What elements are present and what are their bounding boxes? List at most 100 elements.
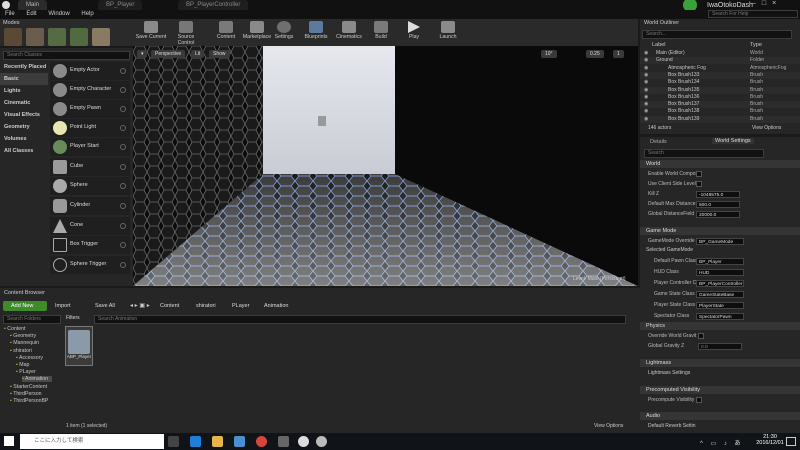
folder-tree-item[interactable]: ▪ PLayer bbox=[16, 369, 40, 375]
category-lights[interactable]: Lights bbox=[0, 85, 48, 97]
folder-tree-item[interactable]: ▪ Mannequin bbox=[10, 340, 43, 346]
app-icon[interactable] bbox=[278, 436, 289, 447]
override-gravity-checkbox[interactable] bbox=[698, 333, 704, 339]
windows-start-icon[interactable] bbox=[4, 436, 14, 446]
category-all-classes[interactable]: All Classes bbox=[0, 145, 48, 157]
place-item[interactable]: Empty Pawn bbox=[50, 100, 130, 118]
class-select[interactable]: SpectatorPawn bbox=[696, 313, 744, 320]
class-select[interactable]: GameStateBase bbox=[696, 291, 744, 298]
launch-button[interactable]: Launch bbox=[432, 20, 464, 45]
task-view-icon[interactable] bbox=[168, 436, 179, 447]
section-audio[interactable]: Audio bbox=[640, 412, 800, 420]
camera-speed-button[interactable]: 1 bbox=[613, 50, 624, 58]
world-settings-tab[interactable]: World Settings bbox=[712, 138, 754, 144]
class-select[interactable]: HUD bbox=[696, 269, 744, 276]
save-all-button[interactable]: Save All bbox=[95, 303, 115, 309]
property-value-field[interactable]: -1048575.0 bbox=[696, 191, 740, 198]
breadcrumb-content[interactable]: Content bbox=[160, 303, 179, 309]
info-icon[interactable] bbox=[120, 203, 126, 209]
outliner-row[interactable]: ◉ Box Brush138 Brush bbox=[640, 108, 800, 115]
category-geometry[interactable]: Geometry bbox=[0, 121, 48, 133]
content-button[interactable]: Content bbox=[210, 20, 242, 45]
eye-icon[interactable]: ◉ bbox=[644, 65, 648, 72]
gamemode-override-select[interactable]: BP_GameMode bbox=[696, 238, 744, 245]
section-physics[interactable]: Physics bbox=[640, 322, 800, 330]
property-checkbox[interactable] bbox=[696, 181, 702, 187]
folder-tree-item[interactable]: ▪ ThirdPersonBP bbox=[10, 398, 52, 404]
play-button[interactable]: Play bbox=[398, 20, 430, 45]
info-icon[interactable] bbox=[120, 106, 126, 112]
foliage-mode-icon[interactable] bbox=[70, 28, 88, 46]
tray-icons[interactable]: ^ ▭ ♪ あ bbox=[700, 438, 744, 447]
place-item[interactable]: Point Light bbox=[50, 119, 130, 137]
tab-bp-player-controller[interactable]: BP_PlayerController bbox=[178, 0, 249, 10]
menu-window[interactable]: Window bbox=[48, 10, 69, 19]
perspective-button[interactable]: Perspective bbox=[151, 50, 186, 58]
folder-tree-item[interactable]: ▪ Animation bbox=[22, 376, 53, 383]
section-world[interactable]: World bbox=[640, 160, 800, 168]
place-item[interactable]: Cube bbox=[50, 158, 130, 176]
taskbar-search-input[interactable]: ここに入力して検索 bbox=[20, 434, 164, 449]
scale-snap-button[interactable]: 0.25 bbox=[586, 50, 604, 58]
class-select[interactable]: PlayerState bbox=[696, 302, 744, 309]
eye-icon[interactable]: ◉ bbox=[644, 94, 648, 101]
window-controls[interactable]: –□× bbox=[752, 0, 782, 7]
category-recently-placed[interactable]: Recently Placed bbox=[0, 61, 48, 73]
folder-tree-item[interactable]: ▪ Accessory bbox=[16, 355, 47, 361]
folder-tree-item[interactable]: ▪ Content bbox=[4, 326, 29, 332]
unreal-editor-icon[interactable] bbox=[298, 436, 309, 447]
info-icon[interactable] bbox=[120, 242, 126, 248]
show-button[interactable]: Show bbox=[209, 50, 230, 58]
outliner-row[interactable]: ◉ Box Brush139 Brush bbox=[640, 115, 800, 123]
lightmass-settings[interactable]: Lightmass Settings bbox=[648, 370, 690, 376]
eye-icon[interactable]: ◉ bbox=[644, 108, 648, 115]
folder-tree-item[interactable]: ▪ shiratori bbox=[10, 348, 36, 354]
menu-file[interactable]: File bbox=[5, 10, 15, 19]
place-item[interactable]: Empty Actor bbox=[50, 62, 130, 80]
build-button[interactable]: Build bbox=[365, 20, 397, 45]
info-icon[interactable] bbox=[120, 125, 126, 131]
tab-bp-player[interactable]: BP_Player bbox=[98, 0, 143, 10]
category-cinematic[interactable]: Cinematic bbox=[0, 97, 48, 109]
outliner-row[interactable]: ◉ Box Brush134 Brush bbox=[640, 79, 800, 86]
place-mode-icon[interactable] bbox=[4, 28, 22, 46]
lit-button[interactable]: Lit bbox=[191, 50, 205, 58]
settings-button[interactable]: Settings bbox=[268, 20, 300, 45]
place-item[interactable]: Sphere Trigger bbox=[50, 256, 130, 274]
unreal-editor-icon[interactable] bbox=[316, 436, 327, 447]
place-item[interactable]: Cylinder bbox=[50, 197, 130, 215]
property-value-field[interactable]: 20000.0 bbox=[696, 211, 740, 218]
info-icon[interactable] bbox=[120, 164, 126, 170]
store-icon[interactable] bbox=[234, 436, 245, 447]
info-icon[interactable] bbox=[120, 262, 126, 268]
search-assets-input[interactable]: Search Animation bbox=[94, 315, 626, 324]
help-search-input[interactable]: Search For Help bbox=[708, 10, 798, 18]
eye-icon[interactable]: ◉ bbox=[644, 116, 648, 123]
source-control-button[interactable]: Source Control bbox=[170, 20, 202, 46]
eye-icon[interactable]: ◉ bbox=[644, 79, 648, 86]
place-item[interactable]: Empty Character bbox=[50, 81, 130, 99]
section-lightmass[interactable]: Lightmass bbox=[640, 359, 800, 367]
notifications-icon[interactable] bbox=[786, 437, 796, 446]
outliner-row[interactable]: ◉ Box Brush135 Brush bbox=[640, 86, 800, 94]
blueprints-button[interactable]: Blueprints bbox=[300, 20, 332, 45]
selected-gamemode-header[interactable]: Selected GameMode bbox=[646, 247, 693, 253]
class-select[interactable]: BP_PlayerController bbox=[696, 280, 744, 287]
info-icon[interactable] bbox=[120, 223, 126, 229]
eye-icon[interactable]: ◉ bbox=[644, 87, 648, 94]
place-item[interactable]: Cone bbox=[50, 217, 130, 235]
section-game-mode[interactable]: Game Mode bbox=[640, 227, 800, 235]
default-reverb-settings[interactable]: Default Reverb Settin bbox=[648, 423, 696, 429]
outliner-row[interactable]: ◉ Main (Editor) World bbox=[640, 50, 800, 57]
details-tab[interactable]: Details bbox=[650, 139, 667, 145]
breadcrumb-shiratori[interactable]: shiratori bbox=[196, 303, 216, 309]
outliner-row[interactable]: ◉ Atmospheric Fog AtmosphericFog bbox=[640, 65, 800, 72]
category-visual-effects[interactable]: Visual Effects bbox=[0, 109, 48, 121]
info-icon[interactable] bbox=[120, 68, 126, 74]
landscape-mode-icon[interactable] bbox=[48, 28, 66, 46]
outliner-row[interactable]: ◉ Box Brush137 Brush bbox=[640, 101, 800, 109]
eye-icon[interactable]: ◉ bbox=[644, 57, 648, 64]
place-item[interactable]: Player Start bbox=[50, 138, 130, 156]
search-folders-input[interactable]: Search Folders bbox=[3, 315, 61, 324]
geometry-mode-icon[interactable] bbox=[92, 28, 110, 46]
